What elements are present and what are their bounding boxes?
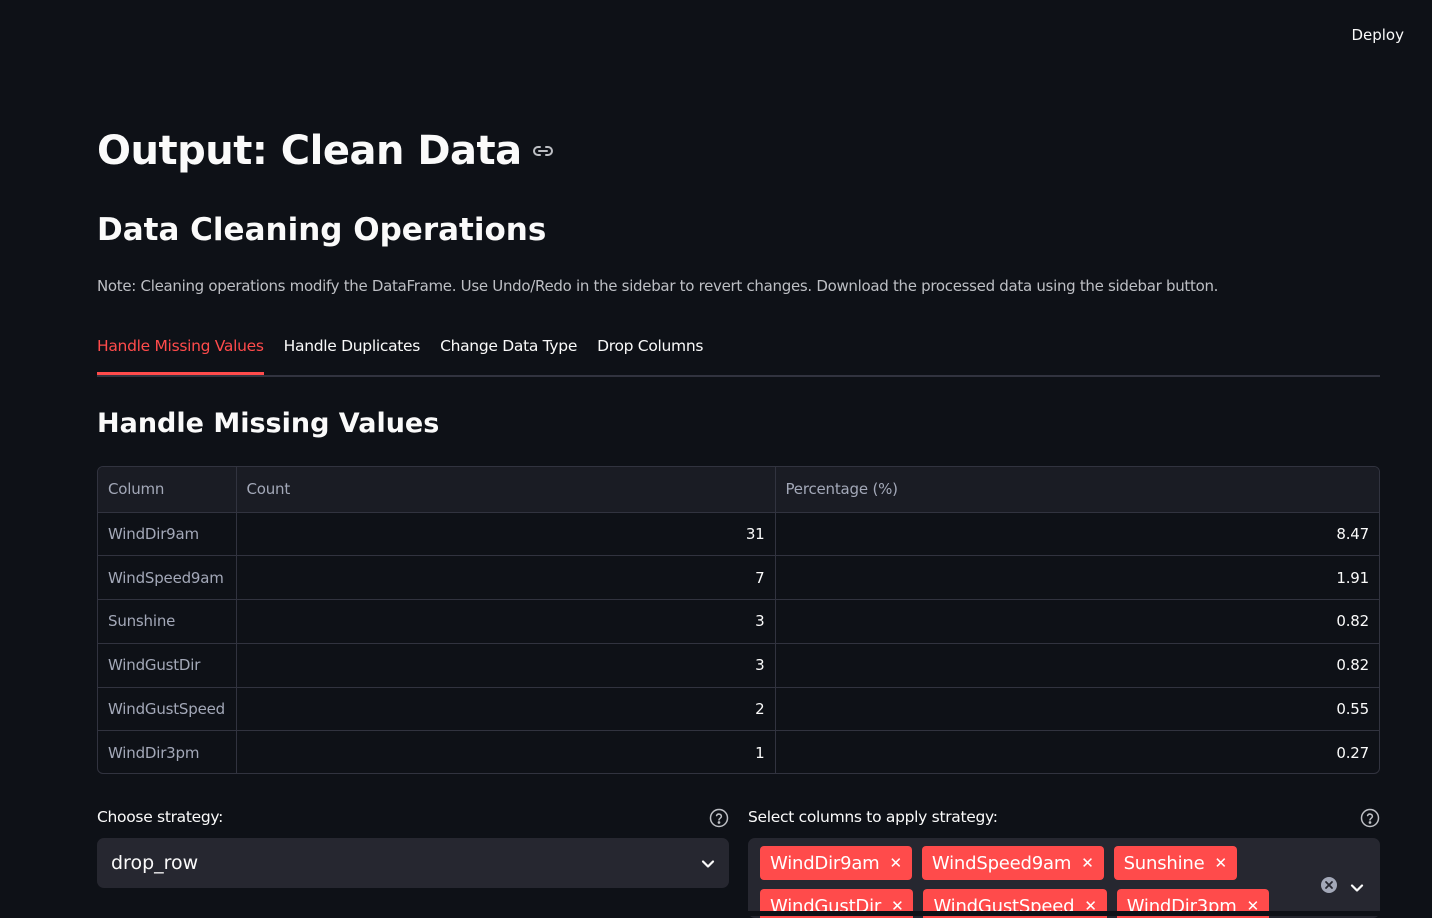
strategy-select-value: drop_row <box>111 852 199 874</box>
cell-column[interactable]: Sunshine <box>98 599 237 644</box>
columns-select-label: Select columns to apply strategy: <box>748 808 998 826</box>
cell-count[interactable]: 3 <box>236 643 776 688</box>
chip-label: WindDir9am <box>770 852 880 874</box>
page-title-text: Output: Clean Data <box>97 128 522 174</box>
cell-percentage[interactable]: 0.82 <box>775 643 1379 688</box>
column-header-percentage[interactable]: Percentage (%) <box>775 467 1379 513</box>
clear-all-icon[interactable] <box>1320 876 1338 898</box>
chevron-down-icon <box>701 854 715 873</box>
note-text: Note: Cleaning operations modify the Dat… <box>97 277 1219 295</box>
chip-label: WindSpeed9am <box>931 852 1072 874</box>
tab-handle-duplicates[interactable]: Handle Duplicates <box>284 335 421 375</box>
tab-bar: Handle Missing Values Handle Duplicates … <box>97 335 1380 377</box>
table-row: Sunshine 3 0.82 <box>98 599 1379 644</box>
cell-column[interactable]: WindDir3pm <box>98 730 237 773</box>
cell-column[interactable]: WindGustSpeed <box>98 687 237 732</box>
cell-percentage[interactable]: 1.91 <box>775 555 1379 601</box>
strategy-label: Choose strategy: <box>97 808 224 826</box>
selected-chips: WindDir9am ✕ WindSpeed9am ✕ Sunshine ✕ Wind… <box>760 846 1280 918</box>
link-icon[interactable] <box>532 144 554 158</box>
close-icon[interactable]: ✕ <box>1214 854 1227 872</box>
column-header-column[interactable]: Column <box>98 467 237 513</box>
missing-values-title: Handle Missing Values <box>97 408 440 439</box>
cell-percentage[interactable]: 8.47 <box>775 512 1379 557</box>
help-icon[interactable] <box>1360 808 1380 828</box>
help-icon[interactable] <box>709 808 729 828</box>
cell-count[interactable]: 7 <box>236 555 776 601</box>
cell-count[interactable]: 2 <box>236 687 776 732</box>
multiselect-controls <box>1320 876 1364 898</box>
bottom-edge <box>0 911 1432 916</box>
table-row: WindDir3pm 1 0.27 <box>98 730 1379 773</box>
tab-change-data-type[interactable]: Change Data Type <box>440 335 577 375</box>
section-title: Data Cleaning Operations <box>97 212 547 248</box>
chip-windspeed9am: WindSpeed9am ✕ <box>921 846 1104 880</box>
strategy-select[interactable]: drop_row <box>97 838 729 888</box>
table-row: WindSpeed9am 7 1.91 <box>98 555 1379 601</box>
cell-count[interactable]: 1 <box>236 730 776 773</box>
cell-column[interactable]: WindSpeed9am <box>98 555 237 601</box>
close-icon[interactable]: ✕ <box>890 854 903 872</box>
close-icon[interactable]: ✕ <box>1081 854 1094 872</box>
cell-column[interactable]: WindGustDir <box>98 643 237 688</box>
cell-column[interactable]: WindDir9am <box>98 512 237 557</box>
page-title: Output: Clean Data <box>97 128 554 174</box>
table-row: WindGustSpeed 2 0.55 <box>98 687 1379 732</box>
chevron-down-icon[interactable] <box>1350 878 1364 897</box>
cell-count[interactable]: 31 <box>236 512 776 557</box>
table-header-row: Column Count Percentage (%) <box>98 467 1379 513</box>
chip-label: Sunshine <box>1123 852 1205 874</box>
cell-percentage[interactable]: 0.55 <box>775 687 1379 732</box>
cell-count[interactable]: 3 <box>236 599 776 644</box>
table-row: WindDir9am 31 8.47 <box>98 512 1379 557</box>
missing-values-table: Column Count Percentage (%) WindDir9am 3… <box>97 466 1380 774</box>
tab-drop-columns[interactable]: Drop Columns <box>597 335 703 375</box>
tab-handle-missing-values[interactable]: Handle Missing Values <box>97 335 264 375</box>
cell-percentage[interactable]: 0.27 <box>775 731 1379 773</box>
cell-percentage[interactable]: 0.82 <box>775 599 1379 644</box>
chip-sunshine: Sunshine ✕ <box>1113 846 1237 880</box>
chip-winddir9am: WindDir9am ✕ <box>760 846 912 880</box>
column-header-count[interactable]: Count <box>236 467 776 513</box>
table-row: WindGustDir 3 0.82 <box>98 643 1379 688</box>
columns-multiselect[interactable]: WindDir9am ✕ WindSpeed9am ✕ Sunshine ✕ Wind… <box>748 838 1380 918</box>
deploy-button[interactable]: Deploy <box>1351 24 1404 46</box>
